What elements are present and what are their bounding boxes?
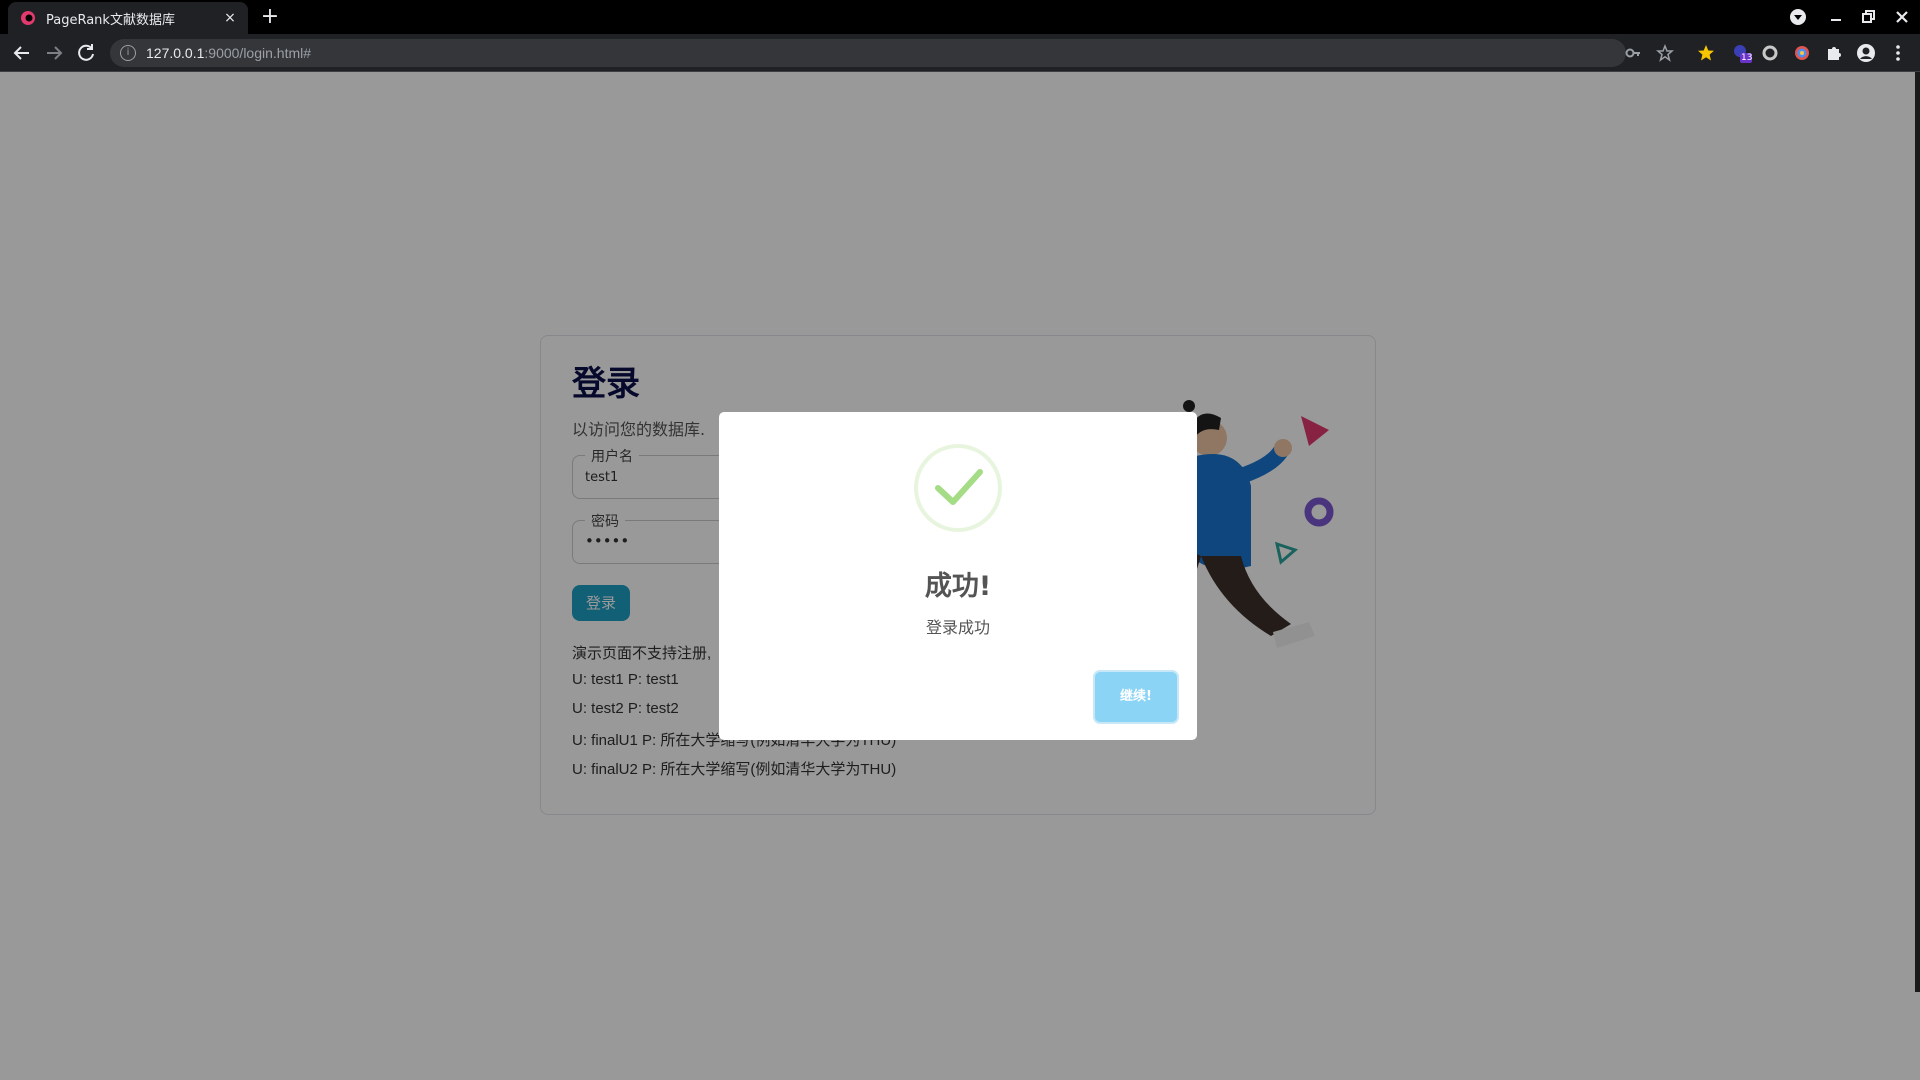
browser-toolbar: i 127.0.0.1:9000/login.html# 13 [0,34,1920,72]
bookmark-star-icon[interactable] [1656,44,1674,62]
restore-icon[interactable] [1856,5,1880,29]
url-text[interactable]: 127.0.0.1:9000/login.html# [146,45,311,61]
dialog-title: 成功! [924,571,992,602]
key-icon[interactable] [1624,44,1642,62]
pagerank-logo-icon [21,11,35,25]
scrollbar[interactable] [1915,72,1920,992]
extension-badge-count: 13 [1741,53,1753,63]
circle-extension-icon[interactable] [1760,43,1780,63]
reload-icon[interactable] [74,41,98,65]
address-bar[interactable]: i 127.0.0.1:9000/login.html# [110,39,1674,67]
url-path: :9000/login.html# [204,45,312,61]
minimize-icon[interactable] [1824,5,1848,29]
colorful-extension-icon[interactable] [1792,43,1812,63]
browser-tab[interactable]: PageRank文献数据库 × [8,2,248,34]
profile-avatar-icon[interactable] [1856,43,1876,63]
new-tab-button[interactable]: + [258,5,282,29]
starred-extension-icon[interactable] [1696,43,1716,63]
url-host: 127.0.0.1 [146,45,205,61]
forward-icon[interactable] [42,41,66,65]
dialog-message: 登录成功 [925,618,990,637]
browser-titlebar: PageRank文献数据库 × + [0,0,1920,34]
site-info-icon[interactable]: i [120,45,136,61]
tab-close-icon[interactable]: × [218,10,242,26]
profile-menu-icon[interactable] [1786,5,1810,29]
extension-badge-icon[interactable]: 13 [1732,43,1752,63]
close-window-icon[interactable] [1890,5,1914,29]
success-check-icon [914,444,1002,532]
back-icon[interactable] [10,41,34,65]
tab-title: PageRank文献数据库 [46,12,175,28]
continue-button[interactable]: 继续! [1095,672,1177,722]
browser-menu-icon[interactable] [1888,43,1908,63]
success-dialog: 成功! 登录成功 继续! [719,412,1197,740]
extensions-puzzle-icon[interactable] [1824,43,1844,63]
